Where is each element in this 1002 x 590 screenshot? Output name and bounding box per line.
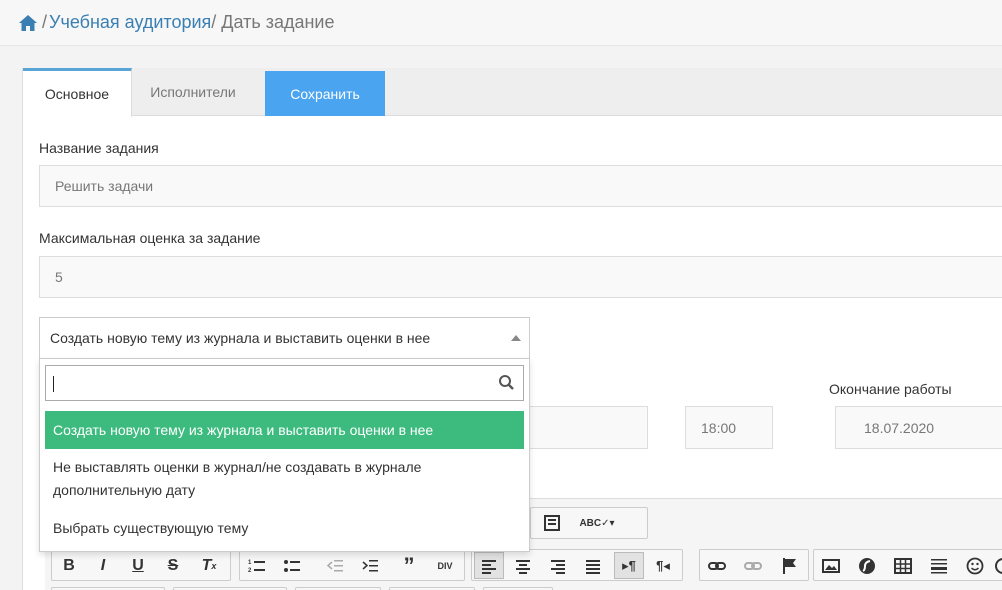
toolbar-group-misc: ABC✓▾: [530, 507, 648, 539]
table-icon[interactable]: [888, 552, 918, 579]
bullet-list-icon[interactable]: [277, 552, 307, 579]
breadcrumb-separator: /: [42, 12, 48, 32]
task-form-panel: Основное Исполнители Сохранить Название …: [22, 68, 1002, 590]
dropdown-option[interactable]: Выбрать существующую тему: [45, 517, 524, 540]
end-time-input[interactable]: 18:00: [685, 406, 773, 449]
dropdown-option[interactable]: Не выставлять оценки в журнал/не создава…: [45, 456, 524, 502]
dropdown-search-input[interactable]: [45, 365, 524, 401]
save-button[interactable]: Сохранить: [265, 71, 385, 116]
align-center-icon[interactable]: [508, 552, 538, 579]
special-char-icon[interactable]: [994, 552, 1002, 579]
toolbar-group-lists: 12 ” DIV: [239, 549, 465, 581]
grade-mode-dropdown: Создать новую тему из журнала и выставит…: [39, 358, 530, 552]
image-icon[interactable]: [816, 552, 846, 579]
strikethrough-icon[interactable]: S: [158, 552, 188, 579]
end-work-label: Окончание работы: [829, 381, 952, 397]
grade-mode-select-value: Создать новую тему из журнала и выставит…: [50, 330, 431, 346]
rtl-direction-icon[interactable]: ¶◂: [648, 552, 678, 579]
align-left-icon[interactable]: [474, 552, 504, 579]
smiley-icon[interactable]: [960, 552, 990, 579]
ltr-direction-icon[interactable]: ▸¶: [614, 552, 644, 579]
home-icon[interactable]: [18, 14, 38, 32]
search-icon: [499, 375, 514, 390]
breadcrumb-classroom-link[interactable]: Учебная аудитория: [49, 12, 211, 33]
toolbar-group-links: [699, 549, 809, 581]
task-name-input[interactable]: Решить задачи: [39, 165, 1002, 207]
link-icon[interactable]: [702, 552, 732, 579]
dropdown-option[interactable]: Создать новую тему из журнала и выставит…: [45, 411, 524, 449]
numbered-list-icon[interactable]: 12: [242, 552, 272, 579]
div-container-icon[interactable]: DIV: [430, 552, 460, 579]
toolbar-group-insert: [813, 549, 1002, 581]
tab-executors[interactable]: Исполнители: [133, 68, 253, 116]
outdent-icon[interactable]: [320, 552, 350, 579]
svg-text:1: 1: [248, 560, 252, 566]
align-justify-icon[interactable]: [578, 552, 608, 579]
indent-icon[interactable]: [355, 552, 385, 579]
task-name-label: Название задания: [39, 140, 159, 156]
spellcheck-icon[interactable]: ABC✓▾: [575, 510, 619, 537]
tab-main[interactable]: Основное: [23, 68, 132, 117]
flash-icon[interactable]: [852, 552, 882, 579]
bold-icon[interactable]: B: [54, 552, 84, 579]
breadcrumb: / Учебная аудитория / Дать задание: [0, 0, 1002, 46]
align-right-icon[interactable]: [543, 552, 573, 579]
toolbar-group-align: ▸¶ ¶◂: [471, 549, 683, 581]
max-grade-label: Максимальная оценка за задание: [39, 230, 261, 246]
anchor-flag-icon[interactable]: [774, 552, 804, 579]
toolbar-group-format: B I U S Tx: [51, 549, 231, 581]
underline-icon[interactable]: U: [123, 552, 153, 579]
italic-icon[interactable]: I: [88, 552, 118, 579]
template-icon[interactable]: [537, 510, 567, 537]
text-caret: [53, 376, 54, 392]
max-grade-input[interactable]: 5: [39, 256, 1002, 298]
horizontal-line-icon[interactable]: [924, 552, 954, 579]
svg-text:2: 2: [248, 568, 252, 574]
remove-format-icon[interactable]: Tx: [194, 552, 224, 579]
grade-mode-select[interactable]: Создать новую тему из журнала и выставит…: [39, 317, 530, 359]
tab-bar: Основное Исполнители Сохранить: [23, 68, 1002, 117]
unlink-icon[interactable]: [738, 552, 768, 579]
blockquote-icon[interactable]: ”: [394, 552, 424, 579]
end-date-input[interactable]: 18.07.2020: [835, 406, 1002, 449]
breadcrumb-current: / Дать задание: [211, 12, 335, 32]
chevron-up-icon: [511, 335, 521, 341]
